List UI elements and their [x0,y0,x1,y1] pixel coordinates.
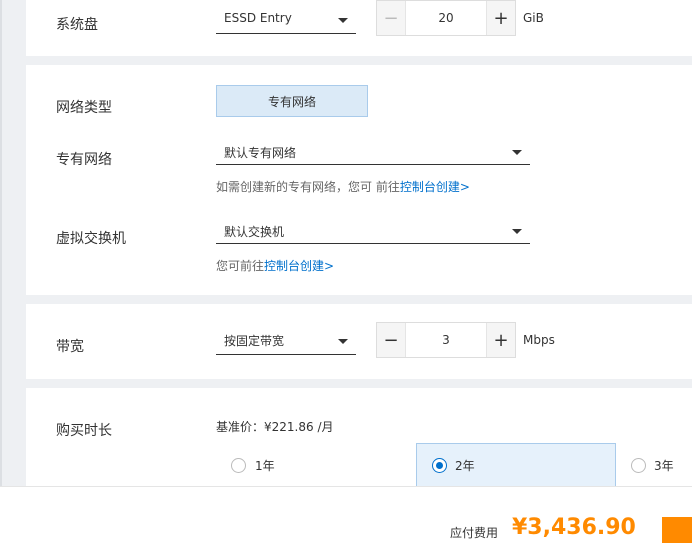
disk-size-stepper[interactable]: − 20 + [376,0,516,36]
radio-icon[interactable] [231,458,246,473]
vpc-select[interactable]: 默认专有网络 [216,141,530,165]
vswitch-label: 虚拟交换机 [56,231,126,247]
bandwidth-value[interactable]: 3 [405,323,487,357]
network-type-value: 专有网络 [267,94,316,109]
duration-option-1[interactable]: 1年 [221,446,411,486]
bandwidth-label: 带宽 [56,339,84,355]
buy-button[interactable] [662,517,692,543]
vswitch-select[interactable]: 默认交换机 [216,220,530,244]
bandwidth-stepper[interactable]: − 3 + [376,322,516,358]
duration-option-label: 1年 [255,459,275,473]
system-disk-section: 系统盘 ESSD Entry − 20 + GiB [26,0,692,56]
duration-option-label: 2年 [455,459,475,473]
decrement-button[interactable]: − [377,323,405,357]
duration-label: 购买时长 [56,423,112,439]
disk-type-value: ESSD Entry [224,11,292,25]
disk-unit: GiB [523,11,544,25]
fee-label: 应付费用 [450,526,499,540]
bandwidth-unit: Mbps [523,333,555,347]
left-edge [0,0,2,543]
increment-button[interactable]: + [487,1,515,35]
duration-option-label: 3年 [654,459,674,473]
bandwidth-mode-select[interactable]: 按固定带宽 [216,329,356,355]
decrement-button[interactable]: − [377,1,405,35]
increment-button[interactable]: + [487,323,515,357]
footer-bar: 应付费用 ¥3,436.90 [0,486,692,543]
vswitch-value: 默认交换机 [224,225,285,239]
radio-icon[interactable] [631,458,646,473]
vpc-console-link[interactable]: 控制台创建> [400,180,470,194]
base-price: 基准价：¥221.86 /月 [216,420,334,434]
system-disk-label: 系统盘 [56,17,98,33]
network-section: 网络类型 专有网络 专有网络 默认专有网络 如需创建新的专有网络，您可 前往控制… [26,65,692,295]
network-type-label: 网络类型 [56,100,112,116]
fee-value: ¥3,436.90 [512,515,636,540]
disk-type-select[interactable]: ESSD Entry [216,8,356,34]
chevron-down-icon [338,339,348,344]
radio-selected-icon[interactable] [432,458,447,473]
bandwidth-mode-value: 按固定带宽 [224,334,285,348]
vpc-label: 专有网络 [56,152,112,168]
duration-option-3[interactable]: 3年 [621,446,692,486]
duration-option-2[interactable]: 2年 [416,443,616,488]
chevron-down-icon [338,18,348,23]
vpc-hint: 如需创建新的专有网络，您可 前往控制台创建> [216,178,470,195]
duration-section: 购买时长 基准价：¥221.86 /月 1年 2年 3年 [26,388,692,488]
vswitch-hint-text: 您可前往 [216,259,265,273]
chevron-down-icon [512,150,522,155]
vpc-value: 默认专有网络 [224,146,297,160]
vpc-hint-text: 如需创建新的专有网络，您可 前往 [216,180,400,194]
chevron-down-icon [512,229,522,234]
network-type-option[interactable]: 专有网络 [216,85,368,117]
vswitch-hint: 您可前往控制台创建> [216,257,334,274]
vswitch-console-link[interactable]: 控制台创建> [264,259,334,273]
bandwidth-section: 带宽 按固定带宽 − 3 + Mbps [26,304,692,379]
disk-size-value[interactable]: 20 [405,1,487,35]
